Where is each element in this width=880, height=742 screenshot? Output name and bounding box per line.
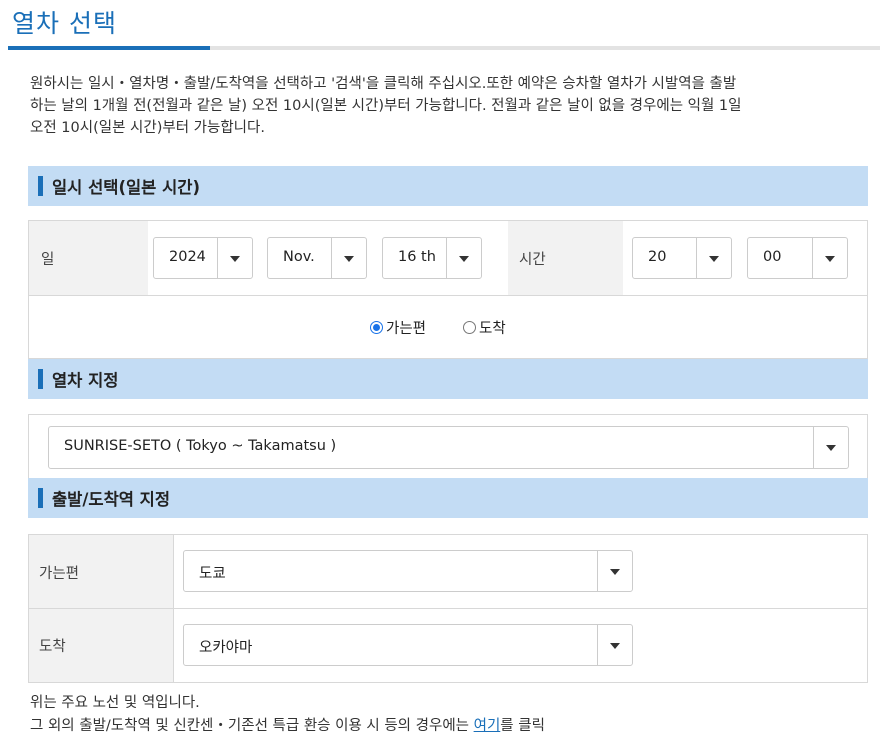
intro-line: 하는 날의 1개월 전(전월과 같은 날) 오전 10시(일본 시간)부터 가능…: [30, 98, 742, 114]
footnote-main-routes: 위는 주요 노선 및 역입니다.: [30, 695, 200, 711]
chevron-down-icon: [230, 256, 240, 262]
section-marker: [38, 176, 43, 196]
arrival-station-select[interactable]: 오카야마: [183, 624, 633, 666]
datetime-section-header: 일시 선택(일본 시간): [28, 166, 868, 206]
station-panel: 가는편 도쿄 도착 오카야마: [28, 534, 868, 683]
section-title: 일시 선택(일본 시간): [52, 178, 201, 197]
chevron-down-icon: [610, 643, 620, 649]
chevron-down-icon: [344, 256, 354, 262]
row-divider: [29, 295, 867, 296]
chevron-down-icon: [826, 445, 836, 451]
train-select[interactable]: SUNRISE-SETO ( Tokyo ~ Takamatsu ): [48, 426, 849, 469]
section-marker: [38, 488, 43, 508]
hour-value: 20: [648, 249, 667, 265]
radio-checked-icon: [370, 321, 383, 334]
section-marker: [38, 369, 43, 389]
title-underline: [8, 46, 880, 50]
chevron-down-icon: [610, 569, 620, 575]
datetime-panel: 일 2024 Nov. 16 th 시간 20 00 가는편 도착: [28, 220, 868, 359]
intro-line: 원하시는 일시・열차명・출발/도착역을 선택하고 '검색'을 클릭해 주십시오.…: [30, 76, 737, 92]
footnote-text: 그 외의 출발/도착역 및 신칸센・기존선 특급 환승 이용 시 등의 경우에는: [30, 718, 474, 734]
radio-departure-label: 가는편: [386, 321, 427, 337]
chevron-down-icon: [825, 256, 835, 262]
radio-arrival[interactable]: 도착: [463, 317, 506, 338]
year-select[interactable]: 2024: [153, 237, 253, 279]
here-link[interactable]: 여기: [474, 718, 501, 734]
time-label: 시간: [519, 252, 546, 268]
month-value: Nov.: [283, 249, 315, 265]
title-underline-accent: [8, 46, 210, 50]
train-section-header: 열차 지정: [28, 359, 868, 399]
departure-station-value: 도쿄: [199, 566, 226, 582]
hour-select[interactable]: 20: [632, 237, 732, 279]
page-title: 열차 선택: [12, 9, 117, 38]
train-value: SUNRISE-SETO ( Tokyo ~ Takamatsu ): [64, 438, 337, 454]
minute-select[interactable]: 00: [747, 237, 848, 279]
departure-station-label: 가는편: [39, 566, 80, 582]
day-select[interactable]: 16 th: [382, 237, 482, 279]
minute-value: 00: [763, 249, 782, 265]
radio-unchecked-icon: [463, 321, 476, 334]
chevron-down-icon: [459, 256, 469, 262]
section-title: 열차 지정: [52, 371, 119, 390]
footnote-other-stations: 그 외의 출발/도착역 및 신칸센・기존선 특급 환승 이용 시 등의 경우에는…: [30, 714, 545, 735]
train-panel: SUNRISE-SETO ( Tokyo ~ Takamatsu ): [28, 414, 868, 478]
intro-text: 원하시는 일시・열차명・출발/도착역을 선택하고 '검색'을 클릭해 주십시오.…: [30, 73, 860, 139]
month-select[interactable]: Nov.: [267, 237, 367, 279]
year-value: 2024: [169, 249, 206, 265]
row-divider: [29, 608, 867, 609]
arrival-station-value: 오카야마: [199, 640, 253, 656]
departure-station-select[interactable]: 도쿄: [183, 550, 633, 592]
footnote-text: 를 클릭: [500, 718, 545, 734]
intro-line: 오전 10시(일본 시간)부터 가능합니다.: [30, 120, 265, 136]
section-title: 출발/도착역 지정: [52, 490, 171, 509]
arrival-station-label: 도착: [39, 639, 66, 655]
radio-arrival-label: 도착: [479, 321, 506, 337]
day-value: 16 th: [398, 249, 436, 265]
chevron-down-icon: [709, 256, 719, 262]
station-section-header: 출발/도착역 지정: [28, 478, 868, 518]
day-label: 일: [41, 252, 55, 268]
radio-departure[interactable]: 가는편: [370, 317, 426, 338]
column-divider: [173, 535, 174, 682]
